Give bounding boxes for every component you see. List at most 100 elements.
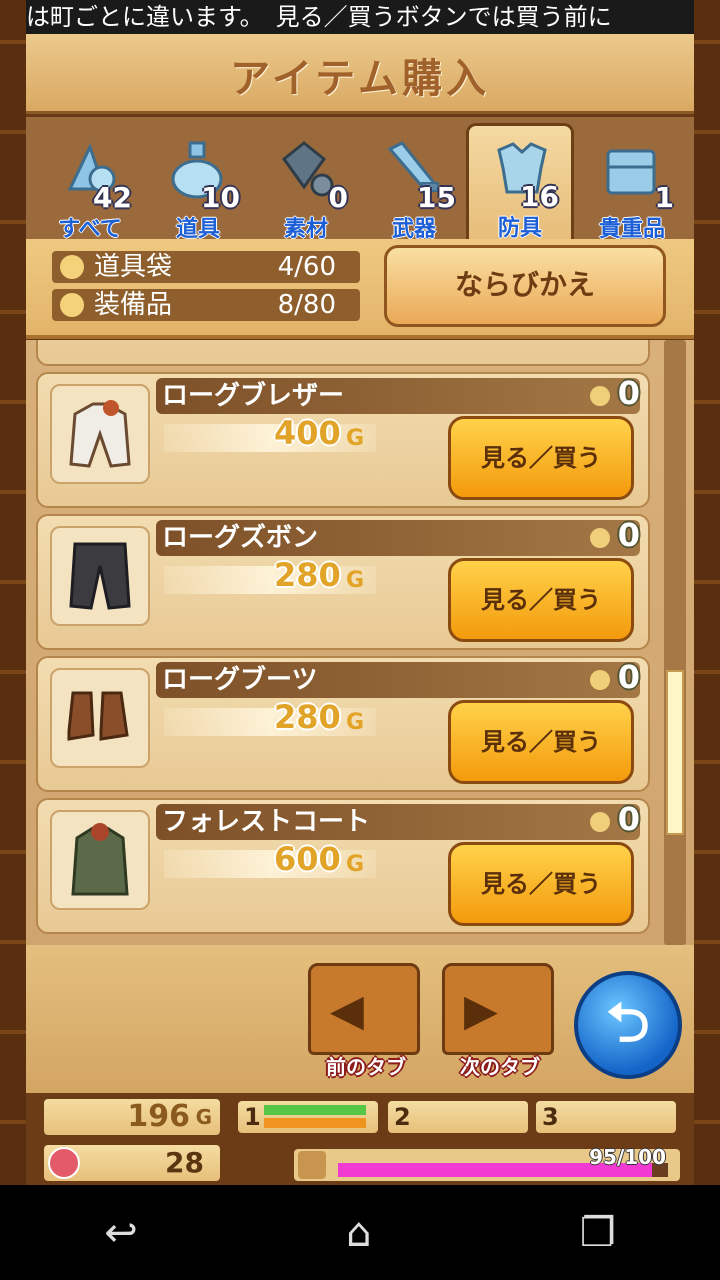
list-item-partial [36,340,650,366]
heart-icon [48,1147,80,1179]
scrollbar-thumb[interactable] [666,670,684,835]
arrow-left-icon: ◀ [330,985,364,1036]
tab-weapons[interactable]: 15 武器 [360,127,468,242]
tab-count: 15 [417,181,456,214]
view-buy-button[interactable]: 見る／買う [448,700,634,784]
hp-bar [264,1105,366,1115]
item-name: ローグブレザー [162,381,345,411]
exp-display: 95/100 [294,1145,680,1181]
stat-value: 8/80 [277,290,336,320]
tab-label: 防具 [497,216,542,241]
coat-icon [71,823,129,896]
category-tabs: 42 すべて 10 道具 0 素材 15 武器 16 防具 1 貴重品 [26,117,694,242]
party-slot-2[interactable]: 2 [388,1101,528,1133]
item-name: ローグブーツ [162,665,318,695]
tab-materials[interactable]: 0 素材 [252,127,360,242]
currency-unit: G [346,710,365,735]
price-strip [164,424,376,452]
scrollbar-track[interactable] [664,340,686,945]
owned-bag-icon [590,812,610,832]
equipment-stat: 装備品 8/80 [52,289,360,321]
folder-icon [442,963,554,1055]
item-thumbnail [50,668,150,768]
owned-bag-icon [590,386,610,406]
currency-unit: G [346,568,365,593]
list-item: フォレストコート 0 600 G 見る／買う [36,798,650,934]
currency-unit: G [346,426,365,451]
party-slot-3[interactable]: 3 [536,1101,676,1133]
stat-value: 4/60 [277,252,336,282]
item-list[interactable]: ローグブレザー 0 400 G 見る／買う ローグズボン 0 280 G 見る／… [26,340,694,945]
view-buy-button[interactable]: 見る／買う [448,558,634,642]
return-button[interactable]: ⮌ [574,971,682,1079]
price-strip [164,850,376,878]
item-thumbnail [50,384,150,484]
stat-label: 道具袋 [94,252,173,282]
mp-bar [264,1118,366,1128]
heart-display: 28 [44,1145,220,1181]
item-price: 600 [274,840,341,878]
gold-amount: 196 [127,1099,190,1134]
prev-tab-button[interactable]: ◀ 前のタブ [308,963,420,1079]
tab-count: 0 [328,181,348,214]
item-name: ローグズボン [162,523,319,553]
item-bag-stat: 道具袋 4/60 [52,251,360,283]
view-buy-button[interactable]: 見る／買う [448,416,634,500]
frame-border-right [694,0,720,1185]
gold-display: 196 G [44,1099,220,1135]
price-strip [164,708,376,736]
owned-bag-icon [590,528,610,548]
item-thumbnail [50,526,150,626]
item-name: フォレストコート [162,807,371,837]
sort-button[interactable]: ならびかえ [384,245,666,327]
blazer-icon [69,400,131,468]
tab-armor[interactable]: 16 防具 [466,123,574,241]
tab-valuables[interactable]: 1 貴重品 [578,127,686,242]
news-ticker: は町ごとに違います。 見る／買うボタンでは買う前に [26,0,694,34]
list-item: ローグブーツ 0 280 G 見る／買う [36,656,650,792]
system-navigation-bar: ↩ ⌂ ❐ [0,1185,720,1280]
stat-label: 装備品 [94,290,173,320]
return-arrow-icon: ⮌ [606,991,650,1054]
tab-tools[interactable]: 10 道具 [144,127,252,242]
boots-icon [67,691,129,741]
list-item: ローグズボン 0 280 G 見る／買う [36,514,650,650]
next-tab-label: 次のタブ [460,1055,540,1079]
back-icon[interactable]: ↩ [104,1210,138,1256]
status-bar: 196 G 28 1 2 3 95/100 [26,1093,694,1185]
item-price: 280 [274,556,341,594]
tab-count: 10 [201,181,240,214]
treasure-chest-icon [606,149,656,195]
owned-bag-icon [590,670,610,690]
pants-icon [69,542,131,610]
recents-icon[interactable]: ❐ [580,1210,616,1256]
next-tab-button[interactable]: ▶ 次のタブ [442,963,554,1079]
tab-count: 1 [654,181,674,214]
heart-count: 28 [165,1146,204,1179]
currency-unit: G [195,1105,212,1129]
exp-value: 95/100 [589,1145,666,1169]
owned-count: 0 [617,800,640,838]
list-item: ローグブレザー 0 400 G 見る／買う [36,372,650,508]
owned-count: 0 [617,516,640,554]
slot-number: 2 [394,1103,411,1131]
footprint-icon [298,1151,326,1179]
currency-unit: G [346,852,365,877]
home-icon[interactable]: ⌂ [346,1210,371,1256]
tab-all[interactable]: 42 すべて [36,127,144,242]
slot-number: 1 [244,1103,261,1131]
slot-number: 3 [542,1103,559,1131]
item-price: 280 [274,698,341,736]
folder-icon [308,963,420,1055]
party-slot-1[interactable]: 1 [238,1101,378,1133]
bottom-navigation: ◀ 前のタブ ▶ 次のタブ ⮌ [26,945,694,1093]
inventory-info-bar: 道具袋 4/60 装備品 8/80 ならびかえ [26,239,694,339]
ore-icon [281,141,334,197]
owned-count: 0 [617,658,640,696]
price-strip [164,566,376,594]
view-buy-button[interactable]: 見る／買う [448,842,634,926]
equipment-icon [60,293,84,317]
item-price: 400 [274,414,341,452]
tab-count: 42 [93,181,132,214]
frame-border-left [0,0,26,1185]
